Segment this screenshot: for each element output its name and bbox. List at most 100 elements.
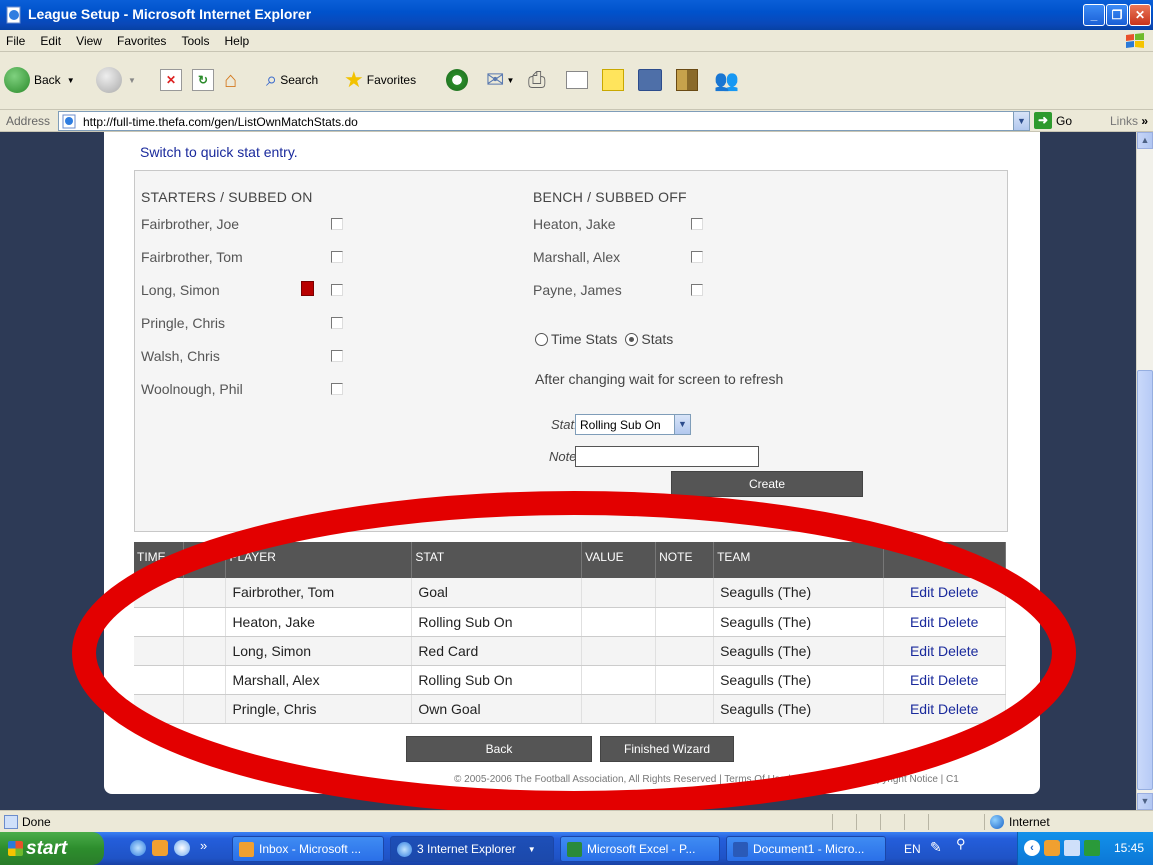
taskbar-internet-explorer[interactable]: 3 Internet Explorer ▼ (390, 836, 554, 862)
contacts-button[interactable]: 👥 (714, 64, 739, 96)
favorites-label: Favorites (366, 73, 417, 87)
create-button[interactable]: Create (671, 471, 863, 497)
task-label: Inbox - Microsoft ... (259, 842, 362, 856)
address-dropdown-icon[interactable]: ▼ (1013, 112, 1029, 130)
vertical-scrollbar[interactable]: ▲ ▼ (1136, 132, 1153, 810)
taskbar-excel[interactable]: Microsoft Excel - P... (560, 836, 720, 862)
minimize-button[interactable]: _ (1083, 4, 1105, 26)
quicklaunch-ie-icon[interactable] (130, 840, 146, 856)
starter-name: Pringle, Chris (141, 315, 226, 331)
stat-select[interactable]: Rolling Sub On ▼ (575, 414, 691, 435)
status-divider (904, 814, 905, 830)
status-divider (856, 814, 857, 830)
bench-checkbox[interactable] (691, 218, 703, 230)
column-header: NOTE (655, 542, 715, 578)
scroll-up-icon[interactable]: ▲ (1137, 132, 1153, 149)
start-button[interactable]: start (0, 832, 104, 865)
bench-name: Payne, James (533, 282, 622, 298)
taskbar-word[interactable]: Document1 - Micro... (726, 836, 886, 862)
table-row: Pringle, Chris Own Goal Seagulls (The) E… (134, 694, 1007, 724)
scroll-thumb[interactable] (1137, 370, 1153, 790)
menu-view[interactable]: View (70, 30, 108, 52)
history-button[interactable] (446, 64, 468, 96)
bench-checkbox[interactable] (691, 284, 703, 296)
starter-checkbox[interactable] (331, 218, 343, 230)
go-button[interactable]: ➜ Go (1034, 112, 1072, 129)
cell-time (134, 607, 185, 637)
note-input[interactable] (575, 446, 759, 467)
links-button[interactable]: Links » (1110, 114, 1148, 128)
research-button[interactable] (676, 64, 698, 96)
print-icon: ⎙ (528, 67, 546, 92)
time-stats-radio[interactable] (535, 332, 548, 346)
menu-favorites[interactable]: Favorites (111, 30, 172, 52)
address-input[interactable]: http://full-time.thefa.com/gen/ListOwnMa… (58, 111, 1030, 131)
stat-label: Stat: (551, 417, 578, 432)
edit-delete-links[interactable]: Edit Delete (883, 607, 1007, 637)
research-icon (676, 69, 698, 91)
favorites-button[interactable]: ★ Favorites (344, 64, 416, 96)
mail-button[interactable]: ✉ ▼ (486, 64, 514, 96)
go-label: Go (1056, 113, 1073, 128)
cell-note (655, 607, 715, 637)
edit-delete-links[interactable]: Edit Delete (883, 636, 1007, 666)
print-button[interactable]: ⎙ (528, 64, 546, 96)
column-header: TIME (134, 542, 185, 578)
home-button[interactable]: ⌂ (224, 64, 237, 96)
search-button[interactable]: ⌕ Search (266, 64, 318, 96)
messenger-button[interactable] (638, 64, 662, 96)
refresh-button[interactable]: ↻ (192, 64, 214, 96)
column-header: PLAYER (225, 542, 413, 578)
cell-time (134, 694, 185, 724)
tray-app-icon[interactable] (1084, 840, 1100, 856)
menu-edit[interactable]: Edit (34, 30, 67, 52)
tray-back-icon[interactable]: ‹ (1024, 840, 1040, 856)
toolbar: Back ▼ ▼ ✕ ↻ ⌂ ⌕ Search ★ Favorites ✉ ▼ … (0, 52, 1153, 110)
edit-delete-links[interactable]: Edit Delete (883, 665, 1007, 695)
starter-name: Walsh, Chris (141, 348, 220, 364)
tray-outlook-icon[interactable] (1044, 840, 1060, 856)
close-button[interactable]: ✕ (1129, 4, 1151, 26)
finished-wizard-button[interactable]: Finished Wizard (600, 736, 734, 762)
starter-checkbox[interactable] (331, 317, 343, 329)
discuss-button[interactable] (602, 64, 624, 96)
quicklaunch-browser-icon[interactable] (174, 840, 190, 856)
chevron-down-icon: ▼ (527, 844, 536, 854)
edit-delete-links[interactable]: Edit Delete (883, 578, 1007, 608)
ie-page-icon (62, 114, 76, 129)
bench-checkbox[interactable] (691, 251, 703, 263)
forward-button[interactable]: ▼ (96, 64, 136, 96)
starter-checkbox[interactable] (331, 284, 343, 296)
language-indicator[interactable]: EN (904, 842, 921, 856)
match-stats-table: TIME NO. PLAYER STAT VALUE NOTE TEAM Fai… (134, 542, 1007, 724)
starter-checkbox[interactable] (331, 251, 343, 263)
stats-radio[interactable] (625, 332, 639, 346)
menu-file[interactable]: File (0, 30, 31, 52)
switch-quick-stat-link[interactable]: Switch to quick stat entry. (140, 144, 298, 160)
footer-links[interactable]: © 2005-2006 The Football Association, Al… (454, 774, 959, 785)
refresh-hint: After changing wait for screen to refres… (535, 371, 784, 387)
menu-help[interactable]: Help (219, 30, 256, 52)
tray-network-icon[interactable] (1064, 840, 1080, 856)
starter-checkbox[interactable] (331, 350, 343, 362)
scroll-down-icon[interactable]: ▼ (1137, 793, 1153, 810)
cell-note (655, 665, 715, 695)
globe-icon (990, 815, 1004, 829)
address-url: http://full-time.thefa.com/gen/ListOwnMa… (83, 115, 358, 129)
edit-button[interactable] (566, 64, 588, 96)
time-stats-label: Time Stats (551, 331, 618, 347)
home-icon: ⌂ (224, 67, 238, 92)
starter-checkbox[interactable] (331, 383, 343, 395)
edit-delete-links[interactable]: Edit Delete (883, 694, 1007, 724)
starter-name: Fairbrother, Joe (141, 216, 240, 232)
quicklaunch-more-icon[interactable]: » (200, 838, 207, 853)
back-button[interactable]: Back ▼ (4, 64, 75, 96)
back-arrow-icon (4, 67, 30, 93)
maximize-button[interactable]: ❐ (1106, 4, 1128, 26)
quicklaunch-outlook-icon[interactable] (152, 840, 168, 856)
taskbar-inbox[interactable]: Inbox - Microsoft ... (232, 836, 384, 862)
stat-select-value: Rolling Sub On (580, 418, 661, 432)
menu-tools[interactable]: Tools (175, 30, 215, 52)
stop-button[interactable]: ✕ (160, 64, 182, 96)
back-wizard-button[interactable]: Back (406, 736, 592, 762)
